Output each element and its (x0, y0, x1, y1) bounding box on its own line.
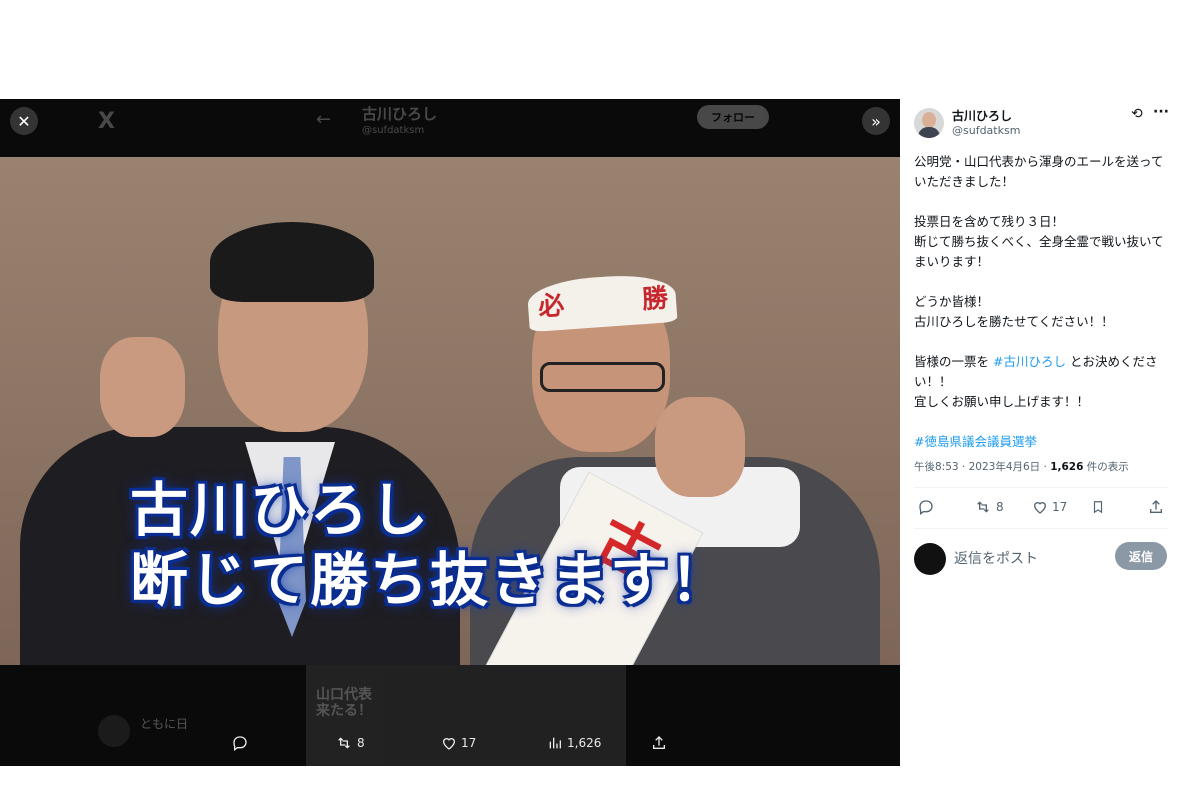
headband-char-right: 勝 (641, 283, 670, 316)
tweet-paragraph-3: どうか皆様！ 古川ひろしを勝たせてください！！ (914, 294, 1114, 329)
grok-icon[interactable]: ⟲ (1131, 106, 1143, 122)
share-icon (653, 736, 665, 749)
viewer-views-count: 1,626 (567, 736, 602, 750)
retweet-icon (977, 501, 989, 513)
tweet-paragraph-4: 皆様の一票を #古川ひろし とお決めください！！ 宜しくお願い申し上げます！！ (914, 352, 1172, 412)
tweet-body: 公明党・山口代表から渾身のエールを送っていただきました！ 投票日を含めて残り３日… (914, 152, 1172, 472)
back-arrow-icon: ← (316, 109, 332, 130)
reply-button[interactable] (918, 499, 934, 515)
viewer-share-button[interactable] (651, 735, 667, 751)
background-title: 古川ひろし (362, 105, 438, 123)
retweet-icon (338, 737, 350, 749)
left-person-fist (100, 337, 185, 437)
headband-char-left: 必 (537, 290, 566, 323)
like-count: 17 (1052, 500, 1068, 514)
reply-icon (233, 736, 247, 751)
tweet-views-label: 件の表示 (1083, 461, 1129, 473)
glasses (540, 362, 665, 392)
background-header: X ← 古川ひろし @sufdatksm フォロー (0, 99, 900, 157)
heart-icon (442, 738, 456, 750)
tweet-paragraph-2: 投票日を含めて残り３日！ 断じて勝ち抜くべく、全身全霊で戦い抜いてまいります！ (914, 214, 1164, 269)
tweet-paragraph-1: 公明党・山口代表から渾身のエールを送っていただきました！ (914, 154, 1164, 189)
share-icon (1150, 500, 1162, 513)
hashtag-link-furukawa[interactable]: #古川ひろし (993, 354, 1066, 369)
background-image-text: 山口代表 来たる！ (316, 687, 372, 719)
reply-icon (919, 500, 933, 515)
avatar-body (918, 127, 940, 138)
avatar[interactable] (914, 108, 944, 138)
viewer-like-count: 17 (461, 736, 477, 750)
tweet-timestamp[interactable]: 午後8:53 · 2023年4月6日 · (914, 461, 1050, 473)
page: X ← 古川ひろし @sufdatksm フォロー ✕ » 古 必 勝 古川ひろ… (0, 0, 1181, 789)
heart-icon (1033, 502, 1047, 514)
divider (914, 487, 1168, 488)
reply-avatar (914, 543, 946, 575)
background-subtitle: @sufdatksm (362, 125, 425, 136)
reply-submit-button[interactable]: 返信 (1115, 542, 1167, 570)
viewer-retweet-count: 8 (357, 736, 365, 750)
viewer-action-bar: 8 17 1,626 (0, 727, 900, 763)
retweet-button[interactable]: 8 (974, 499, 1004, 515)
divider (914, 528, 1168, 529)
bookmark-button[interactable] (1091, 499, 1105, 515)
chevron-double-right-icon[interactable]: » (862, 107, 890, 135)
tweet-photo: 古 必 勝 古川ひろし 断じて勝ち抜きます！ (0, 157, 900, 665)
tweet-meta: 午後8:53 · 2023年4月6日 · 1,626 件の表示 (914, 459, 1129, 474)
tweet-hashtag-paragraph: #徳島県議会議員選挙 (914, 432, 1172, 452)
reply-input[interactable]: 返信をポスト (954, 548, 1038, 568)
viewer-reply-button[interactable] (232, 735, 248, 751)
caption-line-1: 古川ひろし (130, 476, 431, 544)
more-options-icon[interactable]: ··· (1153, 104, 1169, 120)
share-button[interactable] (1148, 499, 1164, 515)
tweet-action-bar: 8 17 (914, 499, 1168, 519)
viewer-retweet-button[interactable]: 8 (335, 735, 365, 751)
photo-caption: 古川ひろし 断じて勝ち抜きます！ (130, 475, 730, 615)
bookmark-icon (1093, 501, 1103, 514)
left-person-hair (210, 222, 374, 302)
x-logo: X (98, 109, 115, 134)
background-follow-button: フォロー (697, 105, 769, 129)
display-name[interactable]: 古川ひろし (952, 107, 1012, 124)
like-button[interactable]: 17 (1032, 499, 1067, 515)
bar-chart-icon (549, 737, 561, 749)
tweet-paragraph-4-pre: 皆様の一票を (914, 354, 993, 369)
retweet-count: 8 (996, 500, 1004, 514)
hashtag-link-election[interactable]: #徳島県議会議員選挙 (914, 434, 1037, 449)
user-handle[interactable]: @sufdatksm (952, 124, 1020, 137)
tweet-views-number: 1,626 (1050, 461, 1084, 473)
close-icon[interactable]: ✕ (10, 107, 38, 135)
viewer-views-button[interactable]: 1,626 (547, 735, 601, 751)
viewer-like-button[interactable]: 17 (441, 735, 476, 751)
avatar-face (922, 112, 936, 128)
caption-line-2: 断じて勝ち抜きます！ (130, 546, 731, 614)
media-viewer: X ← 古川ひろし @sufdatksm フォロー ✕ » 古 必 勝 古川ひろ… (0, 99, 900, 766)
